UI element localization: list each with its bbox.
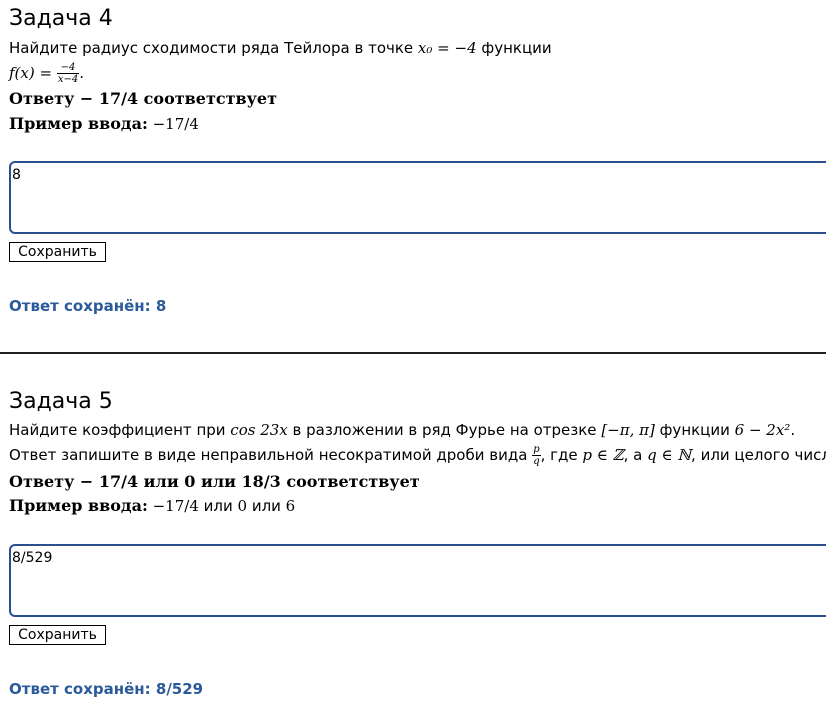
task-5-answer-input[interactable]: 8/529 <box>9 544 826 617</box>
task-5-saved-status: Ответ сохранён: 8/529 <box>9 680 204 698</box>
task-4-hint: Ответу − 17/4 соответствует <box>9 89 277 108</box>
task-4-function: f(x) = −4 x−4. <box>9 62 84 85</box>
task-4-answer-input[interactable]: 8 <box>9 161 826 234</box>
task-5-save-button[interactable]: Сохранить <box>9 625 106 645</box>
function-fraction: −4 x−4 <box>56 62 80 85</box>
task-4-question: Найдите радиус сходимости ряда Тейлора в… <box>9 39 552 57</box>
section-divider <box>0 352 826 354</box>
task-4-title: Задача 4 <box>9 6 113 31</box>
point-formula: x₀ = −4 <box>417 39 477 57</box>
task-5-title: Задача 5 <box>9 389 113 414</box>
task-5-format-note: Ответ запишите в виде неправильной несок… <box>9 444 826 467</box>
task-4-save-button[interactable]: Сохранить <box>9 242 106 262</box>
task-5-hint: Ответу − 17/4 или 0 или 18/3 соответству… <box>9 472 420 491</box>
fraction-format: pq <box>532 444 541 467</box>
task-4-example: Пример ввода: −17/4 <box>9 114 199 133</box>
task-5-question: Найдите коэффициент при cos 23x в разлож… <box>9 421 796 439</box>
task-4-saved-status: Ответ сохранён: 8 <box>9 297 167 315</box>
task-5-example: Пример ввода: −17/4 или 0 или 6 <box>9 496 296 515</box>
